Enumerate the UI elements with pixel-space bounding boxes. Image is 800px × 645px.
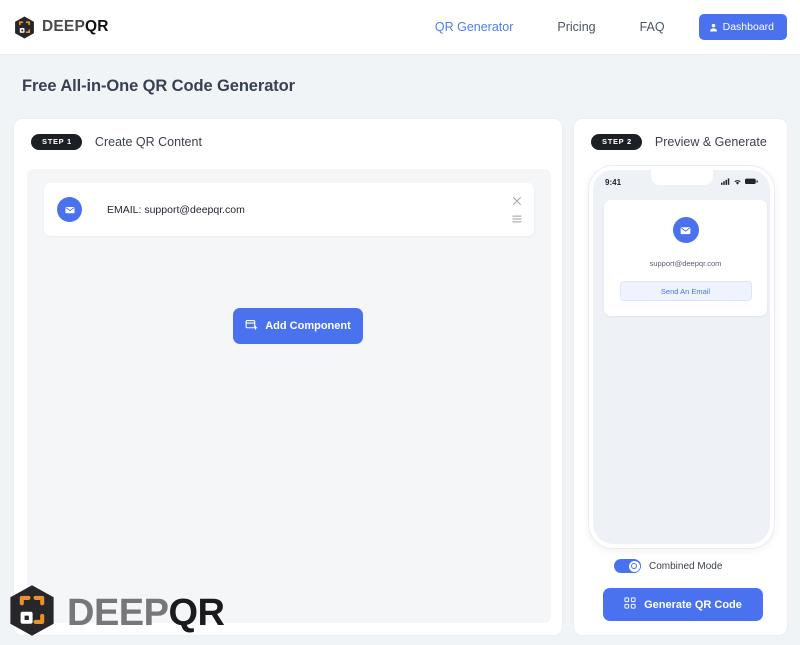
- brand-deep-text: DEEP: [42, 18, 86, 36]
- signal-icon: [721, 177, 730, 187]
- close-icon[interactable]: [511, 195, 523, 207]
- wifi-icon: [733, 178, 742, 187]
- qr-preview-card: support@deepqr.com Send An Email: [604, 200, 767, 316]
- combined-mode-row: Combined Mode: [614, 559, 722, 573]
- main-nav: QR Generator Pricing FAQ Dashboard: [413, 14, 800, 40]
- qr-code-icon: [624, 597, 636, 612]
- hexagon-qr-logo-icon: [8, 584, 56, 642]
- drag-handle-icon[interactable]: [511, 214, 523, 224]
- watermark-deep-text: DEEP: [67, 592, 169, 634]
- right-panel-header: STEP 2 Preview & Generate: [574, 119, 787, 150]
- dashboard-button-label: Dashboard: [722, 21, 774, 33]
- component-actions: [511, 195, 523, 224]
- page-title: Free All-in-One QR Code Generator: [22, 77, 295, 95]
- nav-item-qr-generator[interactable]: QR Generator: [413, 20, 536, 34]
- envelope-icon: [57, 197, 82, 222]
- component-workarea: EMAIL: support@deepqr.com Add Component: [27, 169, 551, 623]
- watermark-logo: DEEPQR: [8, 584, 225, 642]
- toggle-knob: [628, 560, 640, 572]
- step-1-badge: STEP 1: [31, 134, 82, 150]
- hexagon-qr-logo-icon: [14, 16, 35, 39]
- nav-item-pricing[interactable]: Pricing: [535, 20, 617, 34]
- preview-email-text: support@deepqr.com: [649, 259, 722, 268]
- brand-wordmark: DEEPQR: [42, 19, 109, 35]
- step-2-badge: STEP 2: [591, 134, 642, 150]
- nav-item-faq[interactable]: FAQ: [618, 20, 687, 34]
- combined-mode-toggle[interactable]: [614, 559, 641, 573]
- site-header: DEEPQR QR Generator Pricing FAQ Dashboar…: [0, 0, 800, 55]
- dashboard-button[interactable]: Dashboard: [698, 14, 787, 40]
- add-component-label: Add Component: [265, 320, 351, 332]
- left-panel-header: STEP 1 Create QR Content: [14, 119, 562, 150]
- add-component-button[interactable]: Add Component: [233, 308, 363, 344]
- add-component-icon: [245, 318, 258, 334]
- send-email-button[interactable]: Send An Email: [619, 281, 752, 301]
- component-row-email[interactable]: EMAIL: support@deepqr.com: [44, 183, 534, 236]
- watermark-wordmark: DEEPQR: [67, 592, 225, 634]
- toggle-knob-icon: [631, 563, 637, 569]
- user-icon: [709, 23, 718, 32]
- generate-qr-code-label: Generate QR Code: [644, 598, 742, 611]
- right-panel-title: Preview & Generate: [654, 134, 767, 149]
- phone-mockup: 9:41 support@deepqr.com Send An Email: [589, 166, 774, 548]
- component-label: EMAIL: support@deepqr.com: [107, 203, 245, 216]
- phone-status-bar: 9:41: [593, 175, 770, 189]
- status-icons: [721, 177, 758, 187]
- create-qr-content-panel: STEP 1 Create QR Content EMAIL: support@…: [13, 118, 563, 636]
- brand-logo[interactable]: DEEPQR: [14, 16, 109, 39]
- status-time: 9:41: [605, 177, 622, 187]
- left-panel-title: Create QR Content: [94, 134, 202, 149]
- brand-qr-text: QR: [85, 18, 109, 36]
- battery-icon: [745, 178, 758, 187]
- combined-mode-label: Combined Mode: [649, 560, 723, 572]
- envelope-icon: [672, 217, 699, 243]
- generate-qr-code-button[interactable]: Generate QR Code: [603, 588, 763, 621]
- preview-generate-panel: STEP 2 Preview & Generate 9:41 support@d…: [573, 118, 788, 636]
- watermark-qr-text: QR: [168, 592, 225, 634]
- app-root: DEEPQR QR Generator Pricing FAQ Dashboar…: [0, 0, 800, 645]
